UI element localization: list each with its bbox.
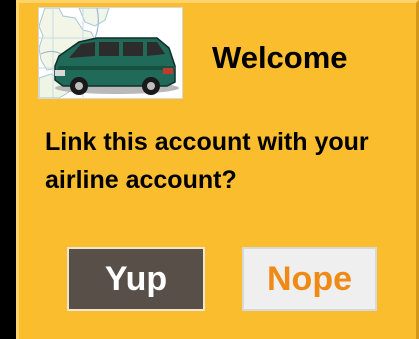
dialog-title: Welcome bbox=[212, 40, 348, 75]
yup-button[interactable]: Yup bbox=[67, 247, 205, 311]
link-account-dialog: Welcome Link this account with your airl… bbox=[16, 0, 419, 339]
link-account-question: Link this account with your airline acco… bbox=[45, 128, 369, 194]
van-on-map-icon bbox=[38, 7, 183, 99]
screen: Welcome Link this account with your airl… bbox=[0, 0, 419, 339]
nope-button[interactable]: Nope bbox=[242, 247, 377, 311]
